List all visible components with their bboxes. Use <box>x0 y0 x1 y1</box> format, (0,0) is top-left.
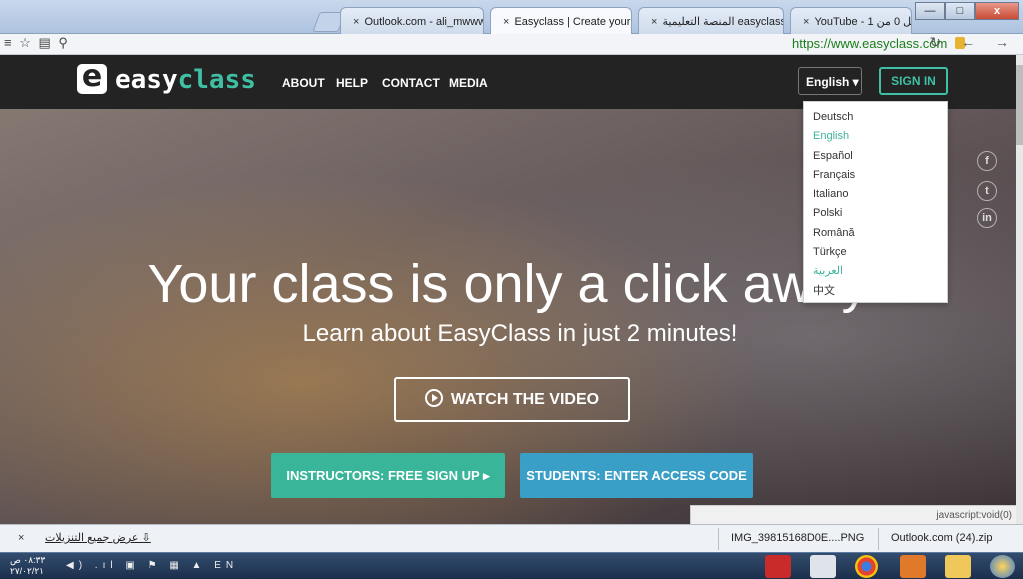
language-option-arabic[interactable]: العربية <box>804 262 947 281</box>
system-clock[interactable]: ٠٨:٣٣ ص ٢٧/٠٢/٢١ <box>10 555 45 577</box>
language-option-chinese[interactable]: 中文 <box>804 282 947 301</box>
file-explorer-icon[interactable] <box>945 555 971 578</box>
page-viewport: e easyclass ABOUT HELP CONTACT MEDIA Eng… <box>0 55 1016 524</box>
browser-tab-strip: × Outlook.com - ali_mwww × Easyclass | Cre… <box>0 0 1023 34</box>
easyclass-logo-icon[interactable]: e <box>77 62 107 94</box>
language-option-italiano[interactable]: Italiano <box>804 185 947 204</box>
watch-video-button[interactable]: WATCH THE VIDEO <box>394 377 630 422</box>
tab-easyclass[interactable]: × Easyclass | Create your dig <box>490 7 632 34</box>
nav-media[interactable]: MEDIA <box>449 76 488 90</box>
address-bar[interactable]: https://www.easyclass.com <box>792 36 947 51</box>
logo-text-class: class <box>177 65 256 95</box>
system-tray-icons[interactable]: ◀) .ıl ▣ ⚑ ▦ ▲ EN <box>66 560 238 571</box>
language-option-espanol[interactable]: Español <box>804 147 947 166</box>
tab-easyclass-arabic[interactable]: × المنصة التعليمية easyclass | <box>638 7 784 34</box>
nav-help[interactable]: HELP <box>336 76 368 90</box>
maximize-button[interactable]: □ <box>945 2 975 20</box>
page-scrollbar[interactable] <box>1016 55 1023 524</box>
media-player-icon[interactable] <box>810 555 836 578</box>
download-item[interactable]: Outlook.com (24).zip <box>878 528 1020 550</box>
download-filename: IMG_39815168D0E....PNG <box>731 532 865 544</box>
tab-title: المنصة التعليمية easyclass | <box>662 16 784 28</box>
tab-close-icon[interactable]: × <box>803 16 809 28</box>
nav-arrows-icons[interactable]: ↻ ← → <box>929 34 1017 51</box>
show-all-downloads-link[interactable]: عرض جميع التنزيلات ⇩ <box>45 531 151 544</box>
browser-toolbar: ≡ ☆ ▤ ⚲ https://www.easyclass.com ↻ ← → <box>0 34 1023 55</box>
windows-taskbar: ٠٨:٣٣ ص ٢٧/٠٢/٢١ ◀) .ıl ▣ ⚑ ▦ ▲ EN <box>0 552 1023 579</box>
download-item[interactable]: IMG_39815168D0E....PNG <box>718 528 878 550</box>
downloads-bar: × عرض جميع التنزيلات ⇩ IMG_39815168D0E..… <box>0 524 1023 552</box>
download-filename: Outlook.com (24).zip <box>891 532 993 544</box>
tab-youtube[interactable]: × YouTube - 1 تم تحميل 0 من <box>790 7 912 34</box>
tab-title: Outlook.com - ali_mwww <box>364 16 484 28</box>
language-option-english[interactable]: English <box>804 127 947 146</box>
paint-icon[interactable] <box>900 555 926 578</box>
students-access-code-button[interactable]: STUDENTS: ENTER ACCESS CODE <box>520 453 753 498</box>
sign-in-button[interactable]: SIGN IN <box>879 67 948 95</box>
clock-date: ٢٧/٠٢/٢١ <box>10 566 45 576</box>
watch-video-label: WATCH THE VIDEO <box>450 391 600 408</box>
close-downloads-icon[interactable]: × <box>18 532 24 544</box>
play-icon <box>424 389 443 407</box>
windows-orb-icon[interactable] <box>990 555 1015 578</box>
language-dropdown-menu: Deutsch English Español Français Italian… <box>803 101 948 303</box>
tab-close-icon[interactable]: × <box>353 16 359 28</box>
language-select-button[interactable]: English ▾ <box>798 67 862 95</box>
logo-text-easy: easy <box>115 65 178 95</box>
language-option-turkce[interactable]: Türkçe <box>804 243 947 262</box>
tab-title: YouTube - 1 تم تحميل 0 من <box>814 16 912 28</box>
instructors-signup-button[interactable]: INSTRUCTORS: FREE SIGN UP ▸ <box>271 453 505 498</box>
twitter-icon[interactable]: t <box>977 181 997 201</box>
site-logo[interactable]: easyclass <box>115 65 256 95</box>
chrome-icon[interactable] <box>855 555 878 578</box>
window-controls: — □ x <box>915 2 1019 20</box>
language-option-deutsch[interactable]: Deutsch <box>804 108 947 127</box>
scrollbar-thumb[interactable] <box>1016 65 1023 145</box>
facebook-icon[interactable]: f <box>977 151 997 171</box>
status-bar-link-preview: javascript:void(0) <box>690 505 1016 524</box>
nav-contact[interactable]: CONTACT <box>382 76 440 90</box>
acrobat-icon[interactable] <box>765 555 791 578</box>
close-window-button[interactable]: x <box>975 2 1019 20</box>
toolbar-menu-icons[interactable]: ≡ ☆ ▤ ⚲ <box>4 35 70 51</box>
tab-outlook[interactable]: × Outlook.com - ali_mwww <box>340 7 484 34</box>
tab-close-icon[interactable]: × <box>503 16 509 28</box>
hero-subtitle: Learn about EasyClass in just 2 minutes! <box>302 320 738 347</box>
tab-close-icon[interactable]: × <box>651 16 657 28</box>
minimize-button[interactable]: — <box>915 2 945 20</box>
nav-about[interactable]: ABOUT <box>282 76 325 90</box>
clock-time: ٠٨:٣٣ ص <box>10 555 46 565</box>
linkedin-icon[interactable]: in <box>977 208 997 228</box>
language-option-polski[interactable]: Polski <box>804 204 947 223</box>
language-option-romana[interactable]: Română <box>804 224 947 243</box>
tab-title: Easyclass | Create your dig <box>514 16 631 28</box>
language-option-francais[interactable]: Français <box>804 166 947 185</box>
